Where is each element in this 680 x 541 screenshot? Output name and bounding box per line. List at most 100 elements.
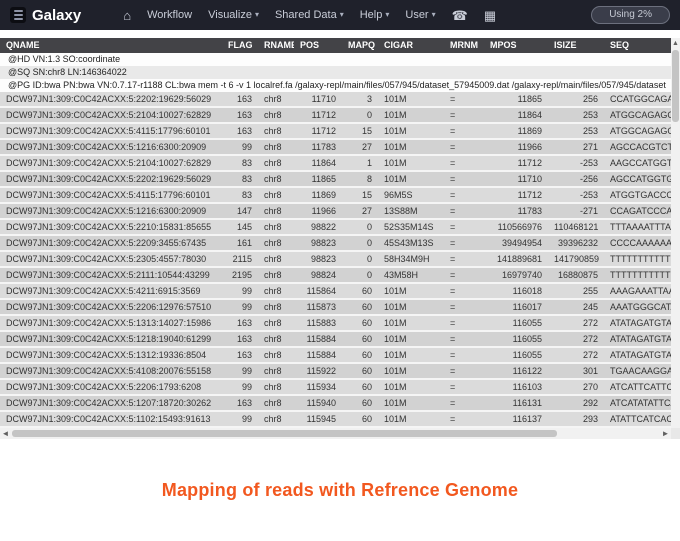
cell-isize: 272 xyxy=(582,318,598,328)
cell-pos: 115864 xyxy=(306,286,336,296)
nav-item-shared-data[interactable]: Shared Data ▾ xyxy=(275,9,344,21)
cell-pos: 98823 xyxy=(310,254,336,264)
cell-isize: 245 xyxy=(582,302,598,312)
cell-pos: 11864 xyxy=(311,158,336,168)
cell-isize: 141790859 xyxy=(554,254,600,264)
cell-mpos: 110566976 xyxy=(497,222,542,232)
cell-mpos: 11783 xyxy=(517,206,542,216)
cell-cigar: 101M xyxy=(384,318,407,328)
sam-header-line: @HD VN:1.3 SO:coordinate xyxy=(0,53,671,66)
grid-button[interactable]: ▦ xyxy=(484,9,496,22)
cell-isize: 255 xyxy=(582,286,598,296)
cell-pos: 11712 xyxy=(311,110,336,120)
cell-isize: 39396232 xyxy=(557,238,598,248)
cell-cigar: 101M xyxy=(384,110,407,120)
cell-cigar: 101M xyxy=(384,398,407,408)
cell-flag: 147 xyxy=(236,206,252,216)
phone-button[interactable]: ☎ xyxy=(452,9,468,22)
nav-item-workflow[interactable]: Workflow xyxy=(147,9,192,21)
cell-flag: 99 xyxy=(241,286,252,296)
phone-icon: ☎ xyxy=(451,7,468,23)
cell-qname: DCW97JN1:309:C0C42ACXX:5:2202:19629:5602… xyxy=(6,174,212,184)
galaxy-logo[interactable]: Galaxy xyxy=(10,7,81,24)
cell-mrnm: = xyxy=(450,366,456,376)
table-row: DCW97JN1:309:C0C42ACXX:5:4211:6915:3569 9… xyxy=(0,284,671,300)
cell-mapq: 60 xyxy=(361,382,372,392)
cell-qname: DCW97JN1:309:C0C42ACXX:5:2111:10544:4329… xyxy=(6,270,210,280)
cell-mapq: 1 xyxy=(366,158,372,168)
cell-qname: DCW97JN1:309:C0C42ACXX:5:2210:15831:8565… xyxy=(6,222,212,232)
cell-seq: CCCCAAAAAAA xyxy=(610,238,671,248)
cell-mapq: 0 xyxy=(366,270,372,280)
table-row: DCW97JN1:309:C0C42ACXX:5:2206:12976:5751… xyxy=(0,300,671,316)
cell-seq: ATATAGATGTAC xyxy=(610,350,671,360)
cell-pos: 11869 xyxy=(311,190,336,200)
horizontal-scroll-thumb[interactable] xyxy=(12,430,557,437)
scroll-up-arrow-icon[interactable]: ▲ xyxy=(671,38,680,49)
cell-qname: DCW97JN1:309:C0C42ACXX:5:1216:6300:20909 xyxy=(6,206,207,216)
cell-mpos: 116018 xyxy=(512,286,542,296)
cell-qname: DCW97JN1:309:C0C42ACXX:5:4211:6915:3569 xyxy=(6,286,201,296)
table-row: DCW97JN1:309:C0C42ACXX:5:4108:20076:5515… xyxy=(0,364,671,380)
cell-cigar: 45S43M13S xyxy=(384,238,434,248)
cell-rname: chr8 xyxy=(264,398,282,408)
cell-mapq: 0 xyxy=(366,222,372,232)
cell-pos: 115884 xyxy=(306,334,336,344)
cell-pos: 115883 xyxy=(306,318,336,328)
nav-item-label: Visualize xyxy=(208,9,252,21)
cell-seq: ATCATATATTCA xyxy=(610,398,671,408)
cell-mpos: 116055 xyxy=(512,334,542,344)
table-row: DCW97JN1:309:C0C42ACXX:5:2210:15831:8565… xyxy=(0,220,671,236)
nav-item-user[interactable]: User ▾ xyxy=(405,9,435,21)
vertical-scrollbar[interactable]: ▲ ▼ xyxy=(671,38,680,439)
disk-usage-button[interactable]: Using 2% xyxy=(591,6,670,24)
cell-seq: ATATAGATGTAC xyxy=(610,318,671,328)
cell-cigar: 101M xyxy=(384,142,407,152)
cell-rname: chr8 xyxy=(264,270,282,280)
cell-pos: 11712 xyxy=(311,126,336,136)
cell-qname: DCW97JN1:309:C0C42ACXX:5:1216:6300:20909 xyxy=(6,142,207,152)
cell-flag: 145 xyxy=(236,222,252,232)
nav-item-visualize[interactable]: Visualize ▾ xyxy=(208,9,259,21)
cell-qname: DCW97JN1:309:C0C42ACXX:5:1207:18720:3026… xyxy=(6,398,212,408)
cell-cigar: 52S35M14S xyxy=(384,222,434,232)
cell-flag: 163 xyxy=(236,110,252,120)
chevron-down-icon: ▾ xyxy=(385,10,390,19)
cell-seq: ATGGCAGAGCT xyxy=(610,126,671,136)
caption: Mapping of reads with Refrence Genome xyxy=(161,480,519,500)
column-header-mpos: MPOS xyxy=(490,40,517,50)
column-header-isize: ISIZE xyxy=(554,40,577,50)
cell-isize: 256 xyxy=(582,94,598,104)
cell-rname: chr8 xyxy=(264,238,282,248)
horizontal-scrollbar[interactable]: ◄ ► xyxy=(0,428,671,439)
cell-isize: -256 xyxy=(579,174,598,184)
cell-flag: 83 xyxy=(241,190,252,200)
cell-mrnm: = xyxy=(450,222,456,232)
cell-mapq: 0 xyxy=(366,254,372,264)
cell-qname: DCW97JN1:309:C0C42ACXX:5:2209:3455:67435 xyxy=(6,238,207,248)
galaxy-logo-icon xyxy=(10,7,26,23)
table-row: DCW97JN1:309:C0C42ACXX:5:4115:17796:6010… xyxy=(0,188,671,204)
cell-flag: 2195 xyxy=(231,270,252,280)
cell-mrnm: = xyxy=(450,94,456,104)
cell-seq: AAATGGGCATA xyxy=(610,302,671,312)
cell-seq: AGCCACGTCTC xyxy=(610,142,671,152)
cell-rname: chr8 xyxy=(264,286,282,296)
cell-mrnm: = xyxy=(450,158,456,168)
cell-qname: DCW97JN1:309:C0C42ACXX:5:4115:17796:6010… xyxy=(6,190,211,200)
home-button[interactable]: ⌂ xyxy=(123,9,131,22)
cell-seq: AAGCCATGGTG xyxy=(610,158,671,168)
table-row: DCW97JN1:309:C0C42ACXX:5:2202:19629:5602… xyxy=(0,172,671,188)
cell-pos: 115922 xyxy=(306,366,336,376)
scroll-right-arrow-icon[interactable]: ► xyxy=(660,428,671,439)
nav-item-help[interactable]: Help ▾ xyxy=(360,9,390,21)
vertical-scroll-thumb[interactable] xyxy=(672,50,679,122)
masthead: Galaxy ⌂ Workflow Visualize ▾ Shared Data ▾ He… xyxy=(0,0,680,30)
cell-mrnm: = xyxy=(450,270,456,280)
cell-rname: chr8 xyxy=(264,302,282,312)
cell-pos: 98824 xyxy=(310,270,336,280)
cell-rname: chr8 xyxy=(264,126,282,136)
cell-mapq: 60 xyxy=(361,286,372,296)
scroll-left-arrow-icon[interactable]: ◄ xyxy=(0,428,11,439)
column-header-flag: FLAG xyxy=(228,40,253,50)
